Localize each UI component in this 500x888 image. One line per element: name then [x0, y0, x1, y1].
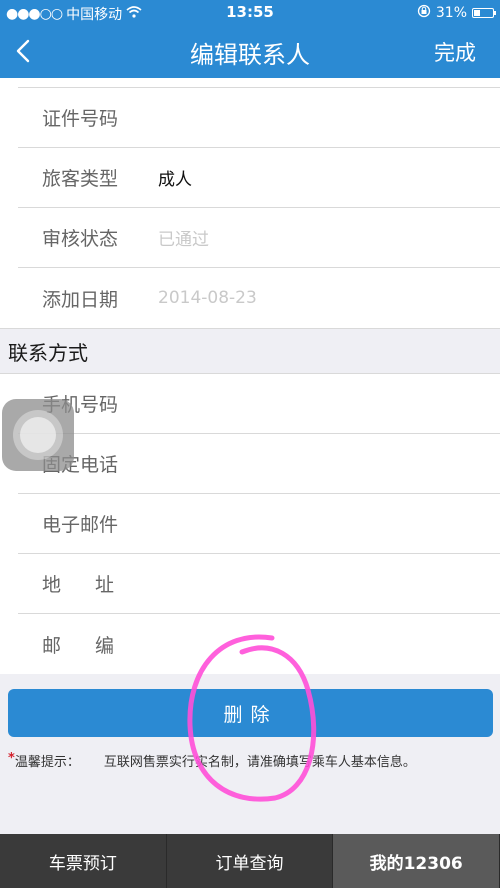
- battery-fill: [474, 10, 480, 16]
- id-number-row[interactable]: 证件号码: [18, 88, 500, 148]
- tab-order-query[interactable]: 订单查询: [167, 834, 334, 888]
- field-label: 证件号码: [42, 108, 119, 130]
- passenger-type-row[interactable]: 旅客类型 成人: [18, 148, 500, 208]
- email-row[interactable]: 电子邮件: [18, 494, 500, 554]
- info-group: 证件号码 旅客类型 成人 审核状态 已通过 添加日期 2014-08-23: [0, 78, 500, 328]
- field-label: 电子邮件: [42, 514, 119, 536]
- added-date-row: 添加日期 2014-08-23: [18, 268, 500, 328]
- assistive-touch-core: [20, 417, 56, 453]
- verification-status-row: 审核状态 已通过: [18, 208, 500, 268]
- assistive-touch-button[interactable]: [2, 399, 74, 471]
- status-right: 31%: [417, 4, 496, 22]
- tab-my-12306[interactable]: 我的12306: [333, 834, 500, 888]
- tip-label: 温馨提示：: [14, 755, 80, 770]
- verification-status-value: 已通过: [158, 230, 209, 250]
- landline-row[interactable]: 固定电话: [18, 434, 500, 494]
- battery-icon: [472, 8, 496, 18]
- field-label: 审核状态: [42, 228, 119, 250]
- required-star-icon: *: [8, 751, 15, 766]
- tip-notice: * 温馨提示： 互联网售票实行实名制，请准确填写乘车人基本信息。: [8, 751, 492, 770]
- postal-code-row[interactable]: 邮编: [18, 614, 500, 674]
- orientation-lock-icon: [417, 4, 431, 22]
- status-bar: ●●●○○ 中国移动 13:55 31%: [0, 0, 500, 24]
- field-label: 添加日期: [42, 288, 119, 311]
- mobile-phone-row[interactable]: 手机号码: [18, 374, 500, 434]
- delete-button[interactable]: 删除: [8, 689, 493, 737]
- field-label: 地址: [42, 574, 149, 596]
- address-row[interactable]: 地址: [18, 554, 500, 614]
- bottom-tab-bar: 车票预订 订单查询 我的12306: [0, 834, 500, 888]
- battery-percent: 31%: [435, 5, 467, 21]
- top-divider-row: [18, 78, 500, 88]
- page-title: 编辑联系人: [190, 41, 310, 69]
- tab-ticket-booking[interactable]: 车票预订: [0, 834, 167, 888]
- contact-group: 手机号码 固定电话 电子邮件 地址 邮编: [0, 374, 500, 674]
- form-content: 证件号码 旅客类型 成人 审核状态 已通过 添加日期 2014-08-23 联系…: [0, 78, 500, 674]
- field-label: 邮编: [42, 634, 149, 657]
- field-label: 旅客类型: [42, 168, 119, 190]
- done-button[interactable]: 完成: [434, 37, 476, 67]
- nav-bar: 编辑联系人 完成: [0, 24, 500, 78]
- contact-section-header: 联系方式: [0, 328, 500, 374]
- tip-text: 互联网售票实行实名制，请准确填写乘车人基本信息。: [103, 755, 416, 770]
- added-date-value: 2014-08-23: [158, 288, 257, 308]
- passenger-type-value: 成人: [158, 170, 192, 190]
